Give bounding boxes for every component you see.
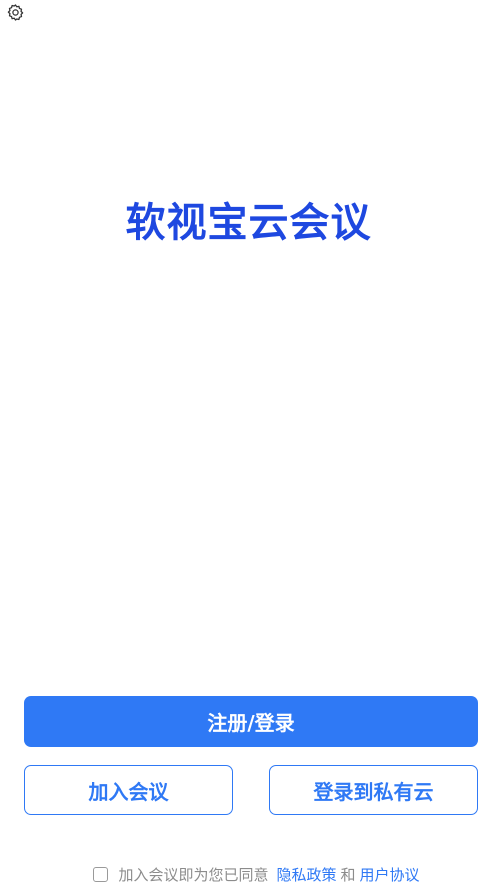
agreement-row: 加入会议即为您已同意 隐私政策 和 用户协议 bbox=[0, 862, 497, 883]
join-meeting-button[interactable]: 加入会议 bbox=[24, 765, 233, 815]
privacy-policy-link[interactable]: 隐私政策 bbox=[276, 864, 336, 883]
settings-button[interactable] bbox=[4, 1, 26, 23]
agreement-checkbox[interactable] bbox=[93, 866, 109, 882]
launch-screen: 软视宝云会议 注册/登录 加入会议 登录到私有云 加入会议即为您已同意 隐私政策… bbox=[0, 0, 497, 883]
user-agreement-link[interactable]: 用户协议 bbox=[360, 864, 420, 883]
agreement-prefix: 加入会议即为您已同意 bbox=[118, 865, 269, 883]
gear-icon bbox=[7, 3, 23, 21]
app-title: 软视宝云会议 bbox=[125, 200, 372, 246]
agreement-and: 和 bbox=[340, 865, 356, 883]
private-cloud-login-button[interactable]: 登录到私有云 bbox=[269, 765, 478, 815]
register-login-button[interactable]: 注册/登录 bbox=[24, 696, 478, 747]
